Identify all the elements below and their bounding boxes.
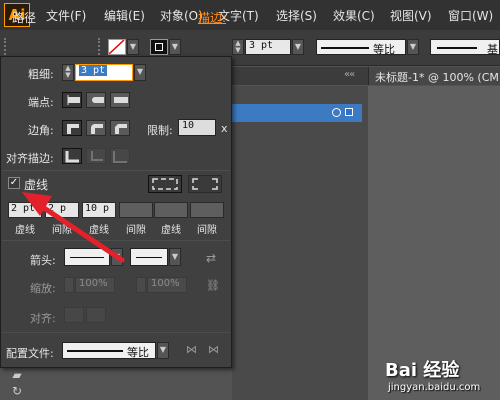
watermark-logo: Bai 经验 (385, 360, 460, 381)
annotation-arrow-icon (22, 192, 125, 263)
watermark-url: jingyan.baidu.com (388, 382, 481, 393)
